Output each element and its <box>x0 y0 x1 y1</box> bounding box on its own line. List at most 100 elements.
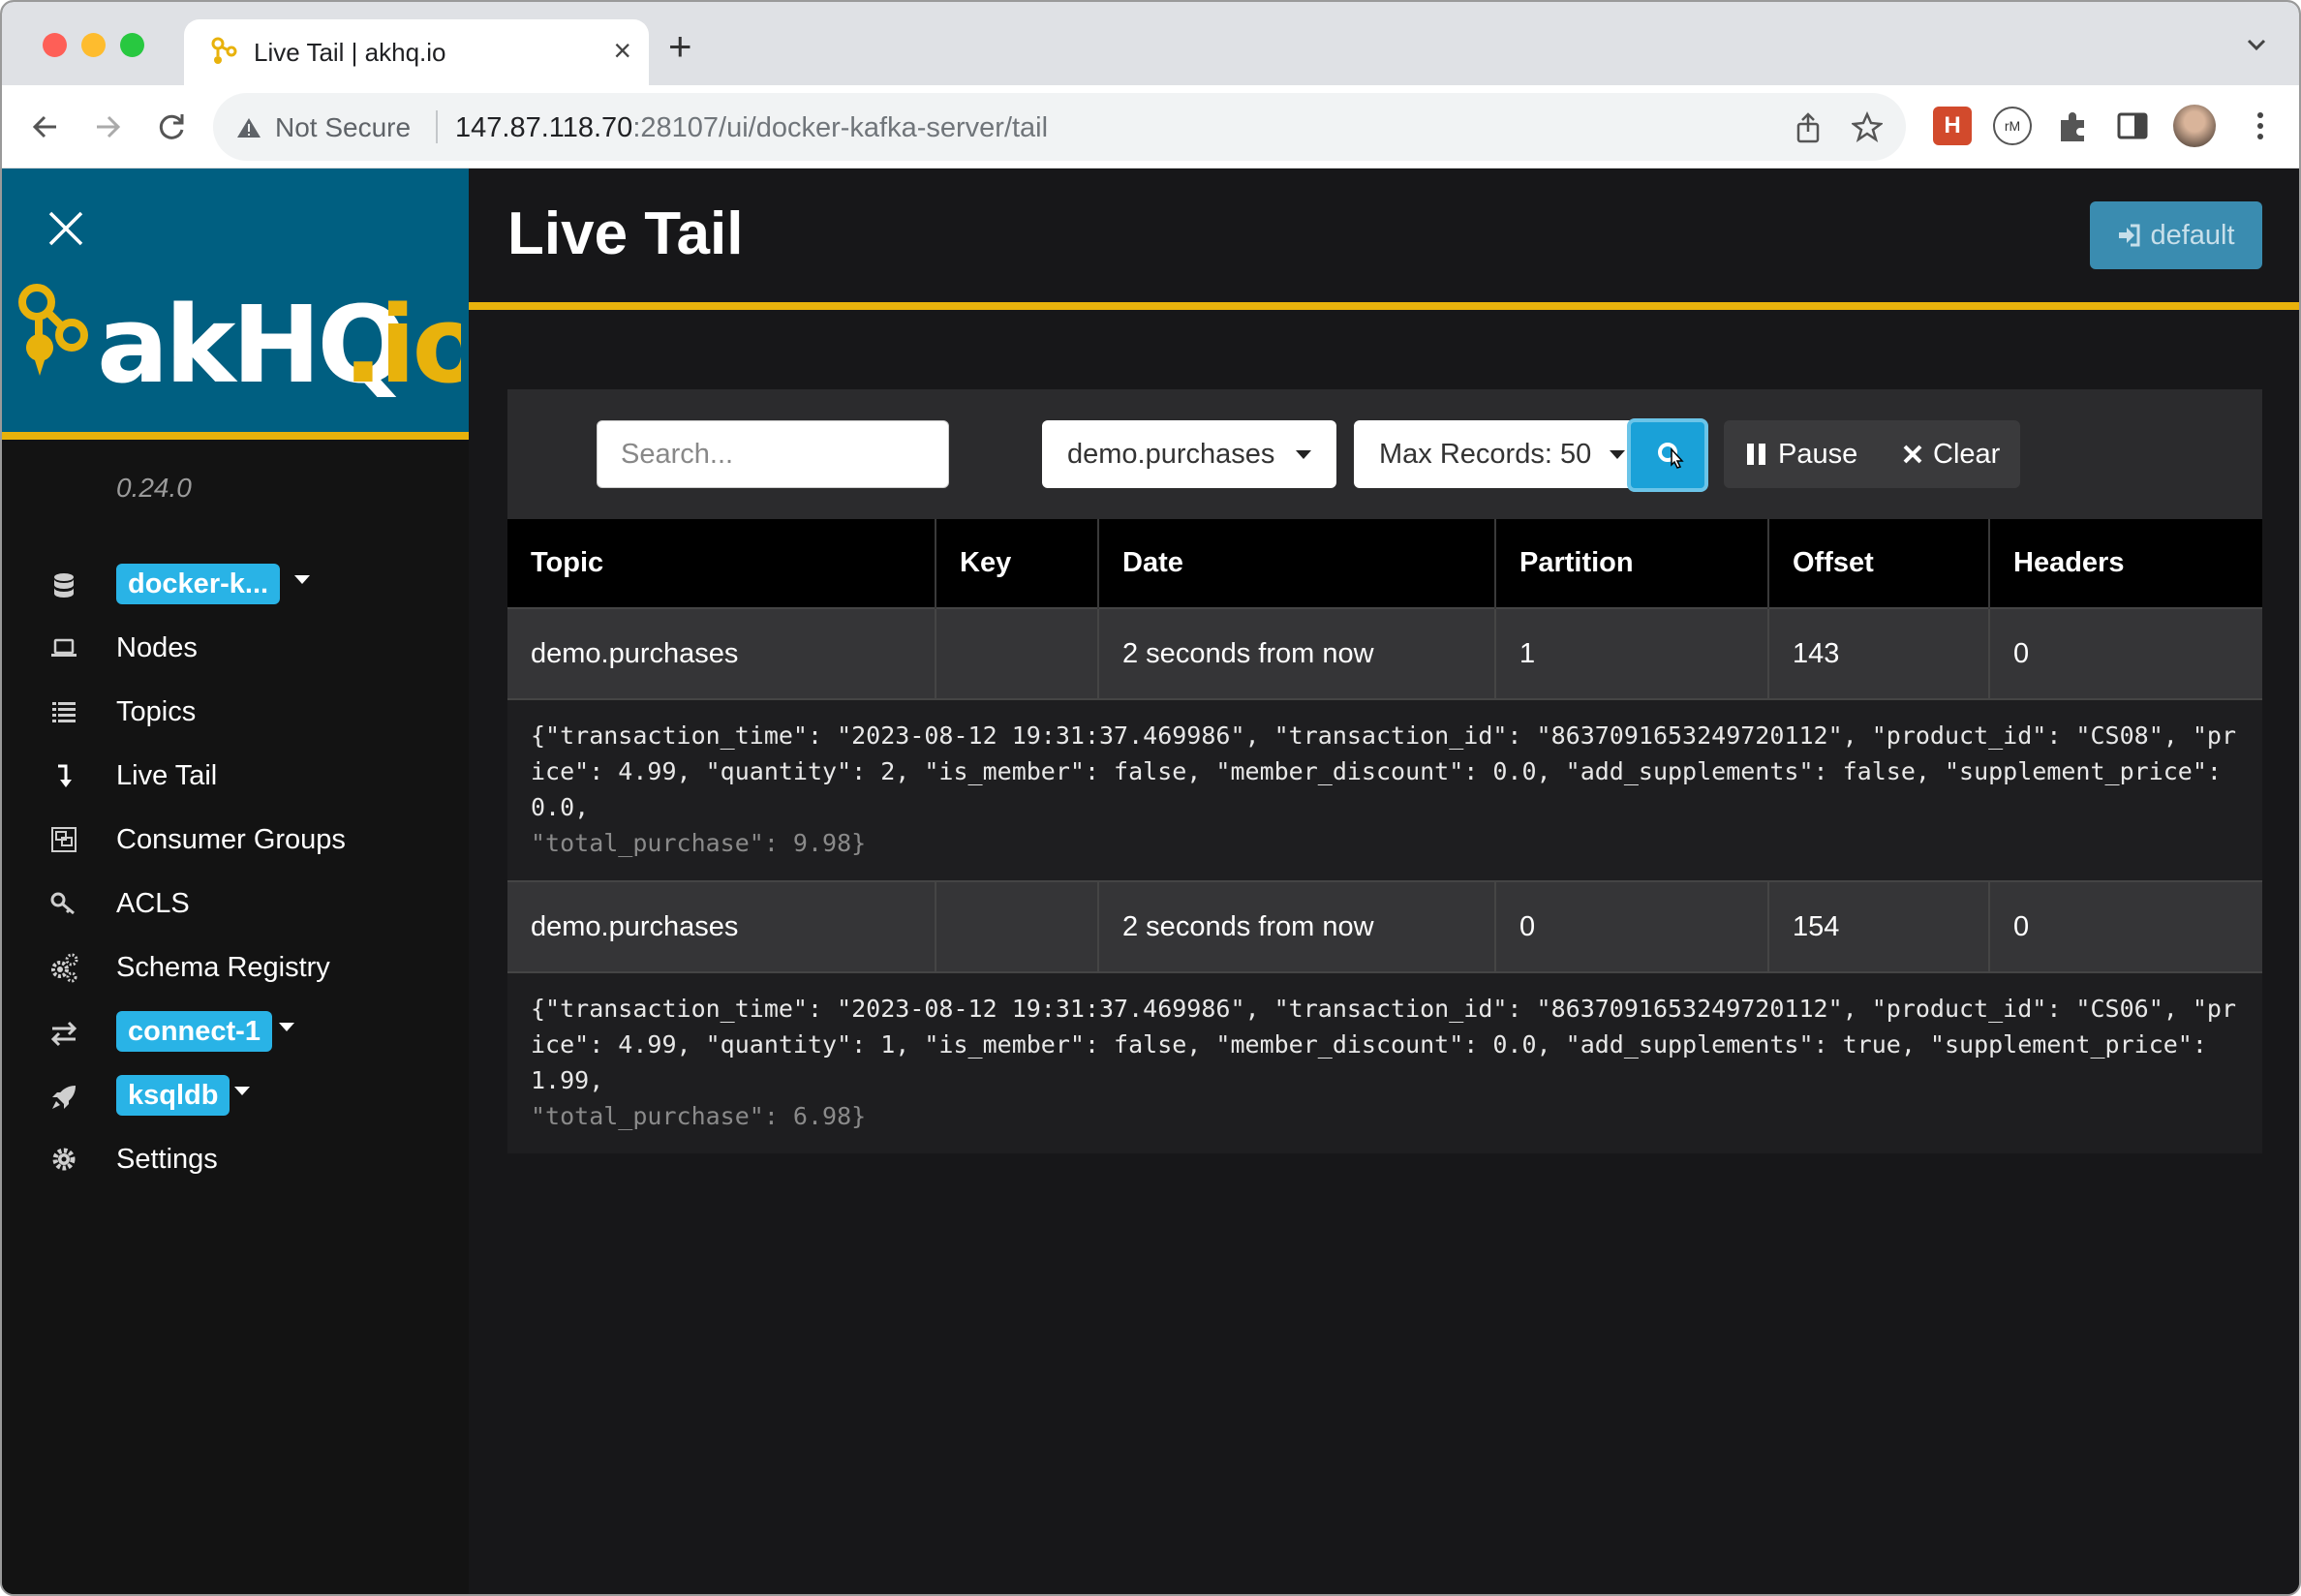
cluster-badge[interactable]: docker-k... <box>116 564 281 604</box>
akhq-logo[interactable]: akHQ .io <box>15 275 461 420</box>
chevron-down-icon <box>1296 450 1311 459</box>
chevron-down-icon <box>1610 450 1625 459</box>
page-title: Live Tail <box>507 200 744 267</box>
gear-icon <box>52 1148 76 1171</box>
cell-headers: 0 <box>1989 607 2262 699</box>
chevron-down-icon[interactable] <box>234 1087 250 1095</box>
profile-avatar[interactable] <box>2173 105 2216 147</box>
reload-icon[interactable] <box>151 107 192 147</box>
sidebar-item-acls[interactable]: ACLS <box>2 870 469 937</box>
url-text[interactable]: 147.87.118.70:28107/ui/docker-kafka-serv… <box>455 112 1048 144</box>
cell-date: 2 seconds from now <box>1098 880 1496 972</box>
cell-topic: demo.purchases <box>507 607 936 699</box>
cell-partition: 1 <box>1495 607 1769 699</box>
security-indicator[interactable]: Not Secure <box>236 112 411 143</box>
browser-toolbar: Not Secure 147.87.118.70:28107/ui/docker… <box>2 85 2299 169</box>
share-icon[interactable] <box>1794 112 1823 143</box>
clear-label: Clear <box>1933 438 2001 470</box>
close-sidebar-icon[interactable] <box>45 207 87 250</box>
table-row[interactable]: demo.purchases 2 seconds from now 1 143 … <box>507 607 2262 699</box>
list-icon <box>52 702 76 722</box>
column-header-date[interactable]: Date <box>1098 519 1496 608</box>
address-bar[interactable]: Not Secure 147.87.118.70:28107/ui/docker… <box>213 93 1906 161</box>
bookmark-star-icon[interactable] <box>1852 111 1883 142</box>
tab-search-chevron-icon[interactable] <box>2243 31 2270 58</box>
chevron-down-icon[interactable] <box>279 1023 294 1031</box>
pause-button[interactable]: Pause <box>1745 420 1857 488</box>
default-button-label: default <box>2150 219 2235 251</box>
page-header: Live Tail default <box>469 169 2299 310</box>
maximize-window-button[interactable] <box>120 33 144 57</box>
cell-key <box>936 607 1099 699</box>
default-login-button[interactable]: default <box>2090 201 2262 269</box>
sidebar-item-schema-registry[interactable]: Schema Registry <box>2 934 469 1001</box>
sidebar-item-consumer-groups[interactable]: Consumer Groups <box>2 806 469 874</box>
topic-select-value: demo.purchases <box>1067 438 1275 470</box>
tail-action-group: Pause Clear <box>1724 420 2020 488</box>
clear-button[interactable]: Clear <box>1902 420 2000 488</box>
max-records-select[interactable]: Max Records: 50 <box>1354 420 1650 488</box>
header-accent-bar <box>469 302 2299 310</box>
browser-tab-strip: Live Tail | akhq.io × + <box>2 2 2299 87</box>
browser-tab-active[interactable]: Live Tail | akhq.io × <box>184 19 649 87</box>
close-window-button[interactable] <box>43 33 67 57</box>
sidebar-label-acls: ACLS <box>116 887 190 919</box>
sidebar-label-consumer-groups: Consumer Groups <box>116 823 346 855</box>
sign-in-icon <box>2119 224 2140 247</box>
topic-select[interactable]: demo.purchases <box>1042 420 1336 488</box>
new-tab-icon[interactable]: + <box>668 26 692 67</box>
sidebar-item-live-tail[interactable]: Live Tail <box>2 742 469 810</box>
cell-key <box>936 880 1099 972</box>
sidebar-item-settings[interactable]: Settings <box>2 1125 469 1193</box>
payload-text: {"transaction_time": "2023-08-12 19:31:3… <box>531 721 2236 821</box>
cell-offset: 143 <box>1768 607 1990 699</box>
cell-date: 2 seconds from now <box>1098 607 1496 699</box>
key-icon <box>50 892 75 915</box>
extension-rm-icon[interactable]: rM <box>1993 107 2032 145</box>
live-tail-panel: demo.purchases Max Records: 50 <box>507 389 2262 1153</box>
column-header-partition[interactable]: Partition <box>1495 519 1769 608</box>
extensions-puzzle-icon[interactable] <box>2053 107 2092 145</box>
tab-close-icon[interactable]: × <box>613 33 631 68</box>
column-header-topic[interactable]: Topic <box>507 519 936 608</box>
table-row[interactable]: demo.purchases 2 seconds from now 0 154 … <box>507 880 2262 972</box>
sidebar-item-connect[interactable]: connect-1 <box>2 999 469 1067</box>
sidebar-label-settings: Settings <box>116 1143 218 1175</box>
tab-title: Live Tail | akhq.io <box>254 38 446 67</box>
ksqldb-badge[interactable]: ksqldb <box>116 1075 230 1116</box>
cogs-icon <box>51 953 78 983</box>
warning-triangle-icon <box>237 118 261 138</box>
laptop-icon <box>51 638 77 657</box>
connect-badge[interactable]: connect-1 <box>116 1011 272 1052</box>
rocket-icon <box>52 1086 76 1109</box>
forward-arrow-icon[interactable] <box>87 107 128 147</box>
chevron-down-icon[interactable] <box>294 575 310 584</box>
column-header-headers[interactable]: Headers <box>1989 519 2262 608</box>
sidebar-item-nodes[interactable]: Nodes <box>2 614 469 682</box>
max-records-value: Max Records: 50 <box>1379 438 1592 470</box>
minimize-window-button[interactable] <box>81 33 106 57</box>
sidebar-item-cluster[interactable]: docker-k... <box>2 552 469 620</box>
url-path: :28107/ui/docker-kafka-server/tail <box>632 112 1049 143</box>
extension-red-icon[interactable]: H <box>1933 107 1972 145</box>
payload-text-truncated: "total_purchase": 6.98} <box>531 1102 867 1130</box>
level-down-icon <box>58 764 72 787</box>
search-input[interactable] <box>597 420 949 488</box>
payload-text-truncated: "total_purchase": 9.98} <box>531 829 867 857</box>
side-panel-icon[interactable] <box>2113 107 2152 145</box>
sidebar-item-ksqldb[interactable]: ksqldb <box>2 1063 469 1131</box>
message-payload[interactable]: {"transaction_time": "2023-08-12 19:31:3… <box>507 971 2262 1153</box>
message-payload[interactable]: {"transaction_time": "2023-08-12 19:31:3… <box>507 698 2262 881</box>
sidebar-item-topics[interactable]: Topics <box>2 678 469 746</box>
column-header-offset[interactable]: Offset <box>1768 519 1990 608</box>
cell-offset: 154 <box>1768 880 1990 972</box>
back-arrow-icon[interactable] <box>25 107 66 147</box>
search-button[interactable] <box>1627 418 1708 492</box>
browser-menu-icon[interactable] <box>2241 107 2280 145</box>
column-header-key[interactable]: Key <box>936 519 1099 608</box>
search-icon <box>1658 443 1684 469</box>
payload-row[interactable]: {"transaction_time": "2023-08-12 19:31:3… <box>507 971 2262 1153</box>
table-header-row: Topic Key Date Partition Offset Headers <box>507 519 2262 608</box>
svg-text:.io: .io <box>343 283 461 407</box>
payload-row[interactable]: {"transaction_time": "2023-08-12 19:31:3… <box>507 698 2262 881</box>
